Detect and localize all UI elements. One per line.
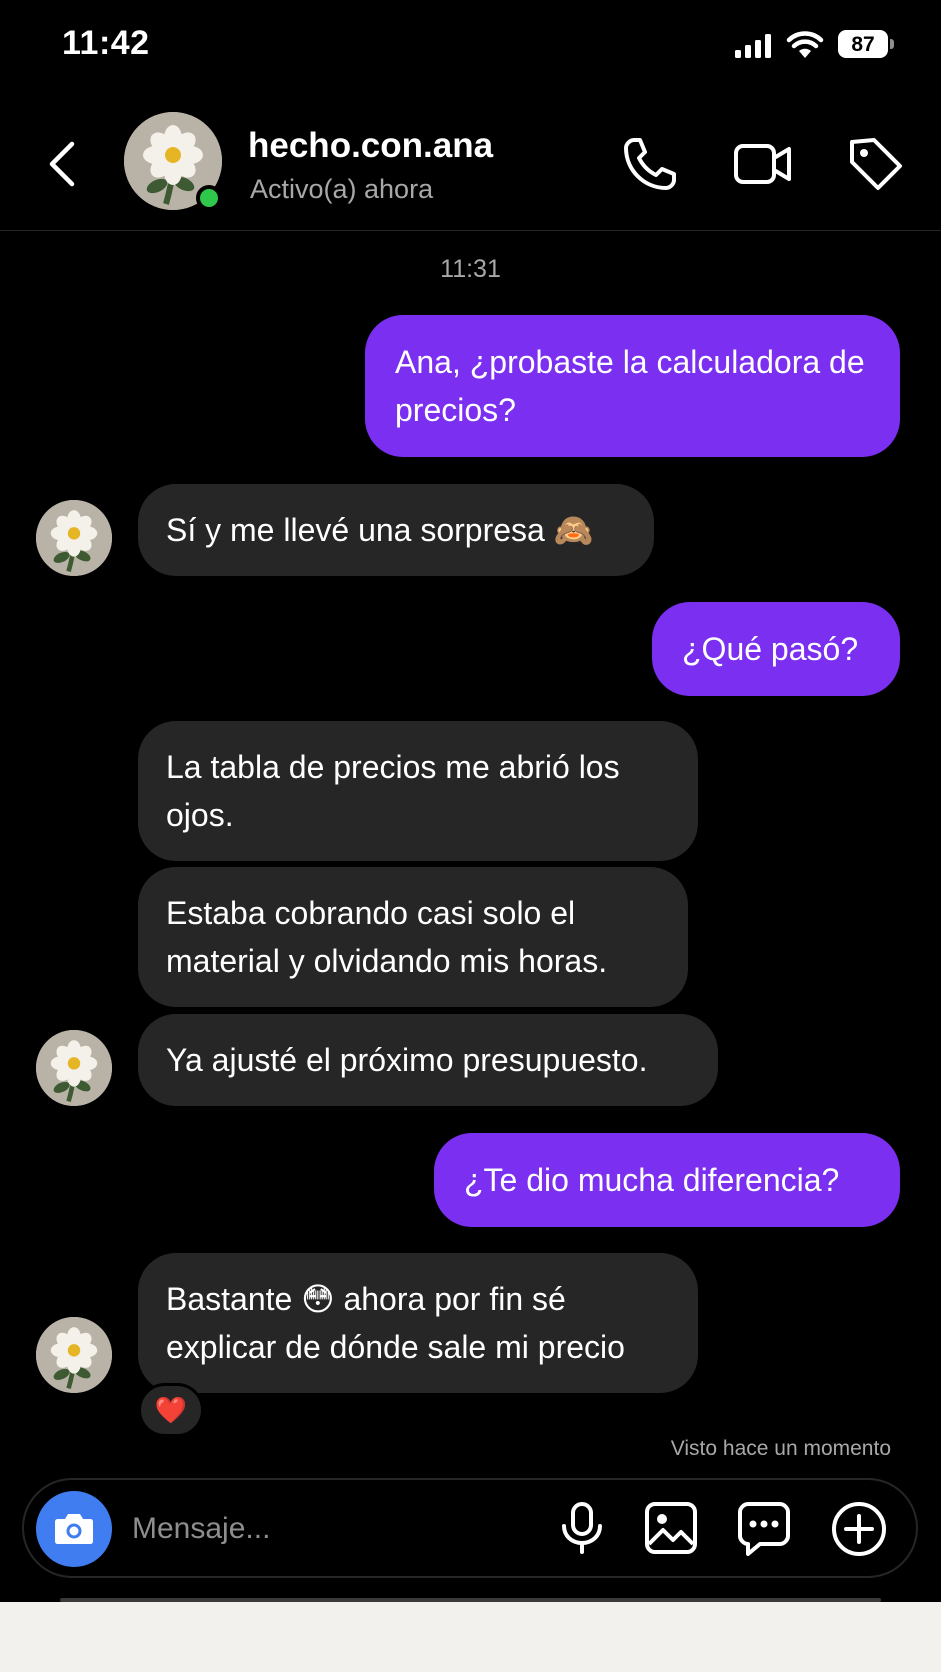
microphone-icon[interactable] [554,1500,610,1556]
gallery-icon[interactable] [643,1500,699,1556]
message-sent[interactable]: Ana, ¿probaste la calculadora de precios… [365,315,900,457]
back-icon[interactable] [40,136,90,192]
message-received[interactable]: Sí y me llevé una sorpresa 🙈 [138,484,654,576]
heart-reaction-emoji: ❤️ [154,1395,188,1425]
daisy-avatar-image [36,1317,112,1393]
seen-status: Visto hace un momento [670,1437,891,1460]
contact-avatar-small[interactable] [36,500,112,576]
status-time: 11:42 [62,24,150,62]
video-call-icon[interactable] [733,136,793,192]
message-received[interactable]: Ya ajusté el próximo presupuesto. [138,1014,718,1106]
message-sent[interactable]: ¿Qué pasó? [652,602,900,696]
contact-name[interactable]: hecho.con.ana [248,126,493,166]
chat-screen: 11:42 87 hecho.con.ana Activo(a) ahora 1… [0,0,941,1602]
chat-timestamp: 11:31 [440,255,501,283]
message-sent[interactable]: ¿Te dio mucha diferencia? [434,1133,900,1227]
wifi-icon [786,31,824,58]
cellular-signal-icon [735,34,771,58]
contact-avatar-small[interactable] [36,1030,112,1106]
online-status-dot [196,185,222,211]
page-background [0,1602,941,1672]
heart-reaction[interactable]: ❤️ [138,1383,204,1437]
daisy-avatar-image [36,1030,112,1106]
message-composer [22,1478,918,1578]
chat-bubble-icon[interactable] [736,1500,792,1556]
message-input[interactable] [130,1504,514,1554]
tag-icon[interactable] [846,134,904,194]
message-received[interactable]: La tabla de precios me abrió los ojos. [138,721,698,861]
phone-call-icon[interactable] [620,134,680,194]
message-received[interactable]: Estaba cobrando casi solo el material y … [138,867,688,1007]
battery-indicator: 87 [838,30,896,60]
camera-button[interactable] [36,1491,112,1567]
battery-level: 87 [851,33,875,56]
chat-header: hecho.con.ana Activo(a) ahora [0,100,941,231]
contact-avatar-small[interactable] [36,1317,112,1393]
camera-icon [55,1514,93,1544]
daisy-avatar-image [36,500,112,576]
message-received[interactable]: Bastante 😳 ahora por fin sé explicar de … [138,1253,698,1393]
contact-activity-status: Activo(a) ahora [250,174,434,204]
plus-circle-icon[interactable] [830,1500,888,1558]
